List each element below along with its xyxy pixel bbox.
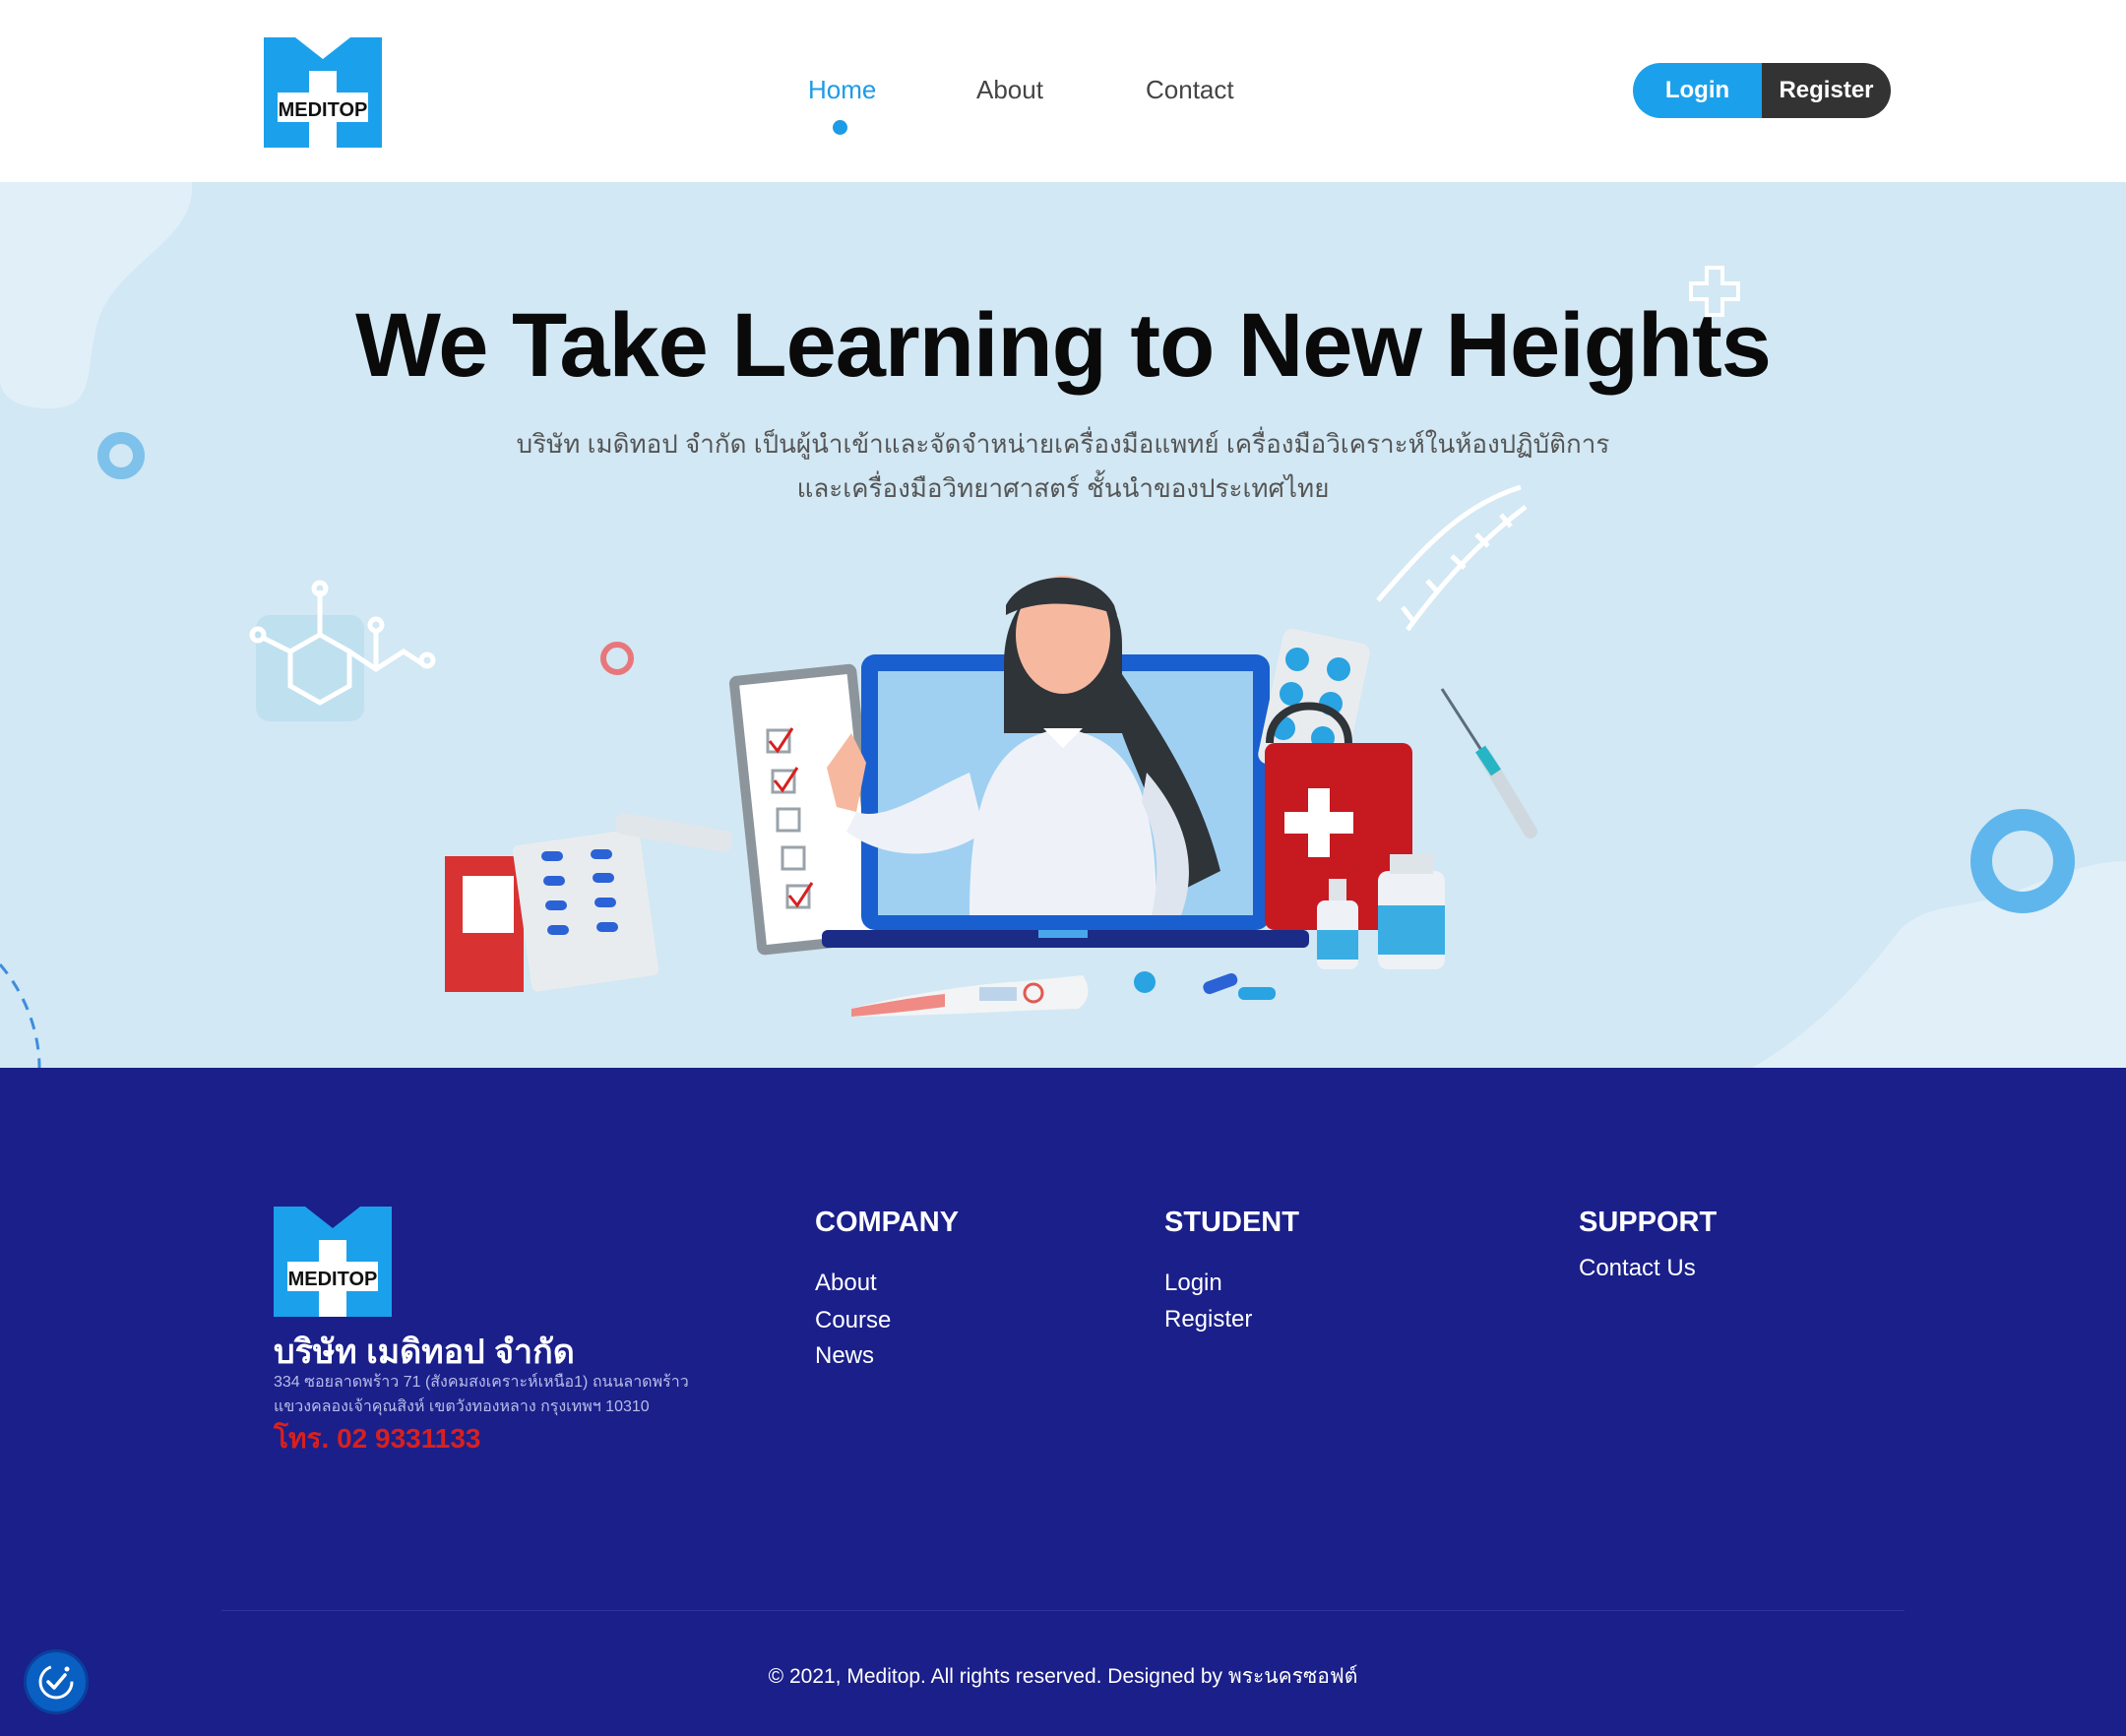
footer-logo-text: MEDITOP (288, 1269, 378, 1290)
address-line-1: 334 ซอยลาดพร้าว 71 (สังคมสงเคราะห์เหนือ1… (274, 1374, 689, 1391)
hero-section: We Take Learning to New Heights บริษัท เ… (0, 182, 2126, 1068)
nav-about[interactable]: About (976, 75, 1043, 105)
footer-divider (221, 1610, 1905, 1611)
hero-title: We Take Learning to New Heights (355, 295, 1772, 396)
footer-link-register[interactable]: Register (1164, 1306, 1252, 1333)
hero-subtitle-line-2: และเครื่องมือวิทยาศาสตร์ ชั้นนำของประเทศ… (796, 473, 1330, 503)
ring-icon (97, 432, 145, 479)
nav-contact[interactable]: Contact (1146, 75, 1234, 105)
thermometer-icon (851, 975, 1089, 1017)
footer-company-title: COMPANY (815, 1207, 960, 1238)
molecule-icon (249, 580, 436, 721)
footer-student-title: STUDENT (1164, 1207, 1299, 1238)
active-nav-indicator (833, 120, 847, 135)
footer-meditop-logo[interactable]: MEDITOP (274, 1207, 392, 1317)
accessibility-icon (38, 1664, 74, 1700)
footer-link-contact-us[interactable]: Contact Us (1579, 1255, 1696, 1282)
site-header: MEDITOP Home About Contact Login Registe… (0, 0, 2126, 182)
medicine-box-icon (445, 813, 733, 992)
footer-link-course[interactable]: Course (815, 1307, 891, 1334)
footer-link-about[interactable]: About (815, 1270, 877, 1297)
site-footer: MEDITOP บริษัท เมดิทอป จำกัด 334 ซอยลาดพ… (0, 1068, 2126, 1736)
loose-pills-icon (1134, 971, 1276, 1000)
auth-buttons: Login Register (1633, 63, 1891, 118)
footer-support-title: SUPPORT (1579, 1207, 1718, 1238)
ring-icon-red (600, 642, 634, 675)
nav-home[interactable]: Home (808, 75, 876, 105)
hero-subtitle: บริษัท เมดิทอป จำกัด เป็นผู้นำเข้าและจัด… (492, 422, 1634, 511)
address-line-2: แขวงคลองเจ้าคุณสิงห์ เขตวังทองหลาง กรุงเ… (274, 1398, 650, 1415)
login-button[interactable]: Login (1633, 63, 1762, 118)
bg-blob-right (1752, 861, 2126, 1068)
footer-link-login[interactable]: Login (1164, 1270, 1222, 1297)
accessibility-button[interactable] (24, 1649, 89, 1714)
company-phone: โทร. 02 9331133 (274, 1423, 481, 1454)
hero-subtitle-line-1: บริษัท เมดิทอป จำกัด เป็นผู้นำเข้าและจัด… (516, 429, 1610, 459)
footer-link-news[interactable]: News (815, 1342, 874, 1370)
syringe-icon (1440, 688, 1537, 838)
company-address: 334 ซอยลาดพร้าว 71 (สังคมสงเคราะห์เหนือ1… (274, 1370, 726, 1419)
copyright-text: © 2021, Meditop. All rights reserved. De… (768, 1665, 1358, 1688)
register-button[interactable]: Register (1762, 63, 1891, 118)
